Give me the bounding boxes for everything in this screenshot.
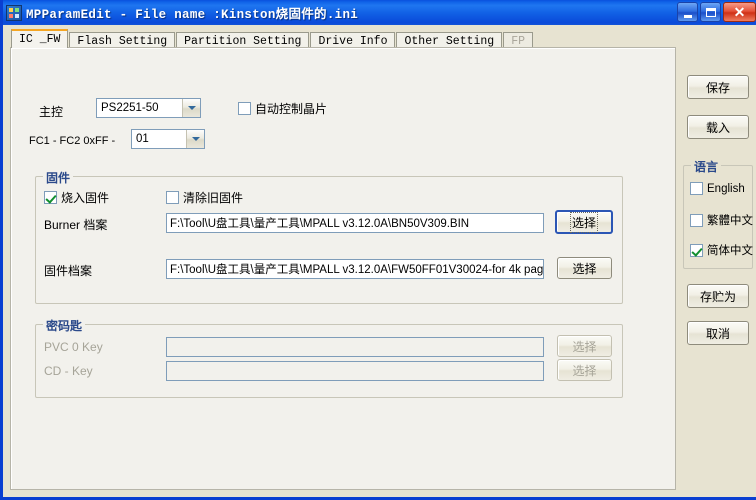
controller-label: 主控	[39, 105, 64, 119]
burner-file-input[interactable]: F:\Tool\U盘工具\量产工具\MPALL v3.12.0A\BN50V30…	[166, 213, 544, 233]
close-button[interactable]: ✕	[723, 2, 756, 22]
cancel-button[interactable]: 取消	[687, 321, 749, 345]
burn-firmware-label: 烧入固件	[61, 191, 110, 205]
password-key-group: 密码匙 PVC 0 Key 选择 CD - Key 选择	[35, 317, 623, 398]
chevron-down-icon[interactable]	[186, 130, 204, 148]
pvc-key-label: PVC 0 Key	[44, 340, 103, 354]
burner-file-label: Burner 档案	[44, 218, 108, 232]
title-bar: MPParamEdit - File name :Kinston烧固件的.ini…	[3, 0, 756, 25]
language-option-traditional-chinese[interactable]: 繁體中文	[690, 212, 753, 228]
checkbox-box	[166, 191, 179, 204]
burner-browse-label: 选择	[569, 211, 599, 233]
language-option-english[interactable]: English	[690, 182, 745, 195]
pvc-key-browse-button: 选择	[557, 335, 612, 357]
minimize-icon	[678, 3, 697, 21]
load-label: 载入	[705, 120, 730, 135]
cd-key-browse-button: 选择	[557, 359, 612, 381]
auto-chip-checkbox[interactable]: 自动控制晶片	[238, 100, 327, 117]
save-label: 保存	[705, 80, 730, 95]
firmware-browse-label: 选择	[572, 261, 597, 276]
side-panel: 保存 载入 语言 English 繁體中文 简体中文 存贮为 取消	[678, 25, 756, 497]
save-button[interactable]: 保存	[687, 75, 749, 99]
language-option-traditional-chinese-label: 繁體中文	[707, 215, 753, 227]
chevron-down-icon[interactable]	[182, 99, 200, 117]
client-area: IC _FW Flash Setting Partition Setting D…	[6, 25, 756, 497]
firmware-group: 固件 烧入固件 清除旧固件 Burner 档案 F:\Tool\U盘工具\量产工…	[35, 169, 623, 304]
language-option-simplified-chinese-label: 简体中文	[707, 245, 753, 257]
controller-combo[interactable]: PS2251-50	[96, 98, 201, 118]
burn-firmware-checkbox[interactable]: 烧入固件	[44, 189, 109, 206]
maximize-icon	[701, 3, 720, 21]
tab-page-ic-fw: 主控 PS2251-50 自动控制晶片 FC1 - FC2 0xFF - 01 …	[10, 47, 676, 490]
window-controls: ✕	[677, 2, 756, 22]
clear-old-firmware-label: 清除旧固件	[183, 191, 244, 205]
firmware-browse-button[interactable]: 选择	[557, 257, 612, 279]
language-option-simplified-chinese[interactable]: 简体中文	[690, 242, 753, 258]
password-key-group-caption: 密码匙	[43, 317, 86, 334]
auto-chip-label: 自动控制晶片	[255, 102, 328, 116]
minimize-button[interactable]	[677, 2, 698, 22]
pvc-key-input	[166, 337, 544, 357]
pvc-key-browse-label: 选择	[572, 339, 597, 354]
checkbox-box	[44, 191, 57, 204]
language-group-caption: 语言	[691, 158, 722, 175]
controller-combo-value: PS2251-50	[101, 102, 159, 114]
cancel-label: 取消	[705, 326, 730, 341]
language-group: 语言 English 繁體中文 简体中文	[683, 158, 753, 269]
window-title: MPParamEdit - File name :Kinston烧固件的.ini	[26, 8, 359, 22]
language-option-english-label: English	[707, 182, 745, 195]
burner-browse-button[interactable]: 选择	[555, 210, 613, 234]
firmware-file-input[interactable]: F:\Tool\U盘工具\量产工具\MPALL v3.12.0A\FW50FF0…	[166, 259, 544, 279]
checkbox-box	[690, 182, 703, 195]
fc-value-combo-value: 01	[136, 133, 149, 145]
checkbox-box	[238, 102, 251, 115]
checkbox-box	[690, 213, 703, 227]
clear-old-firmware-checkbox[interactable]: 清除旧固件	[166, 189, 243, 206]
fc-value-combo[interactable]: 01	[131, 129, 205, 149]
save-as-button[interactable]: 存贮为	[687, 284, 749, 308]
cd-key-label: CD - Key	[44, 364, 93, 378]
cd-key-browse-label: 选择	[572, 363, 597, 378]
fc-range-label: FC1 - FC2 0xFF -	[29, 135, 116, 147]
firmware-file-label: 固件档案	[44, 264, 93, 278]
load-button[interactable]: 载入	[687, 115, 749, 139]
app-icon	[6, 4, 22, 21]
maximize-button[interactable]	[700, 2, 721, 22]
tab-strip: IC _FW Flash Setting Partition Setting D…	[11, 29, 534, 49]
save-as-label: 存贮为	[699, 289, 736, 304]
cd-key-input	[166, 361, 544, 381]
checkbox-box	[690, 243, 703, 257]
application-window: MPParamEdit - File name :Kinston烧固件的.ini…	[0, 0, 756, 500]
close-icon: ✕	[733, 3, 746, 20]
tab-ic-fw[interactable]: IC _FW	[11, 29, 69, 48]
firmware-group-caption: 固件	[43, 169, 74, 186]
